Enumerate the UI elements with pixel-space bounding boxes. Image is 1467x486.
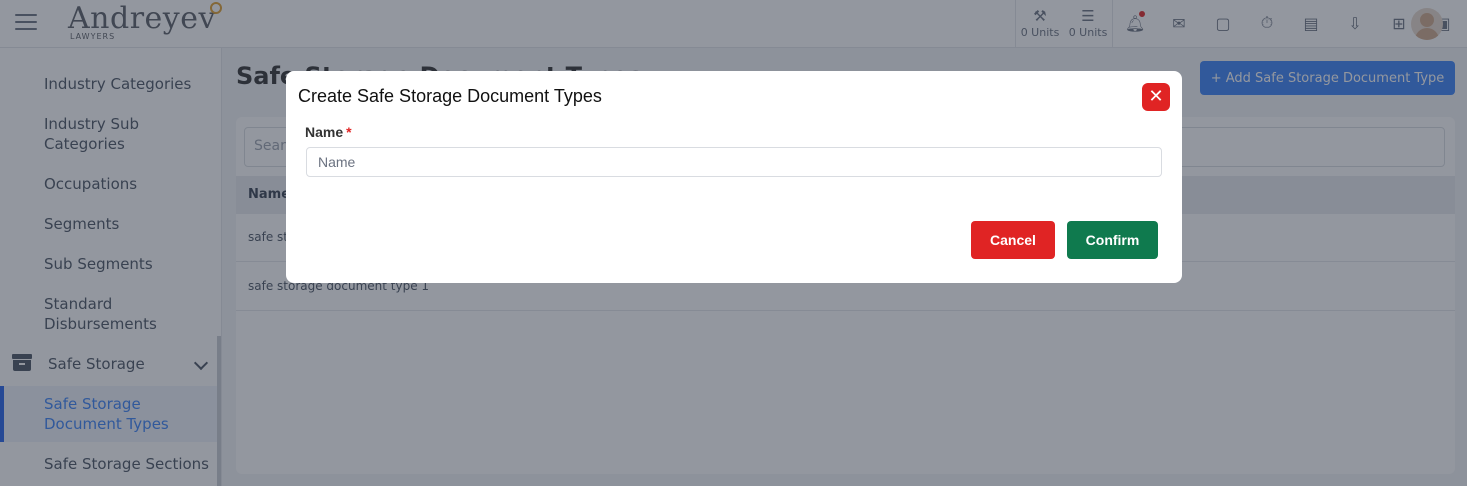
cancel-button[interactable]: Cancel — [971, 221, 1055, 259]
name-label-text: Name — [305, 124, 344, 140]
create-document-type-modal: Create Safe Storage Document Types ✕ Nam… — [286, 71, 1182, 283]
name-input[interactable] — [306, 147, 1162, 177]
modal-title: Create Safe Storage Document Types — [298, 86, 602, 106]
confirm-button[interactable]: Confirm — [1067, 221, 1158, 259]
required-marker: * — [346, 124, 352, 140]
close-button[interactable]: ✕ — [1142, 83, 1170, 111]
close-icon: ✕ — [1148, 86, 1164, 107]
name-field-label: Name * — [305, 124, 352, 140]
